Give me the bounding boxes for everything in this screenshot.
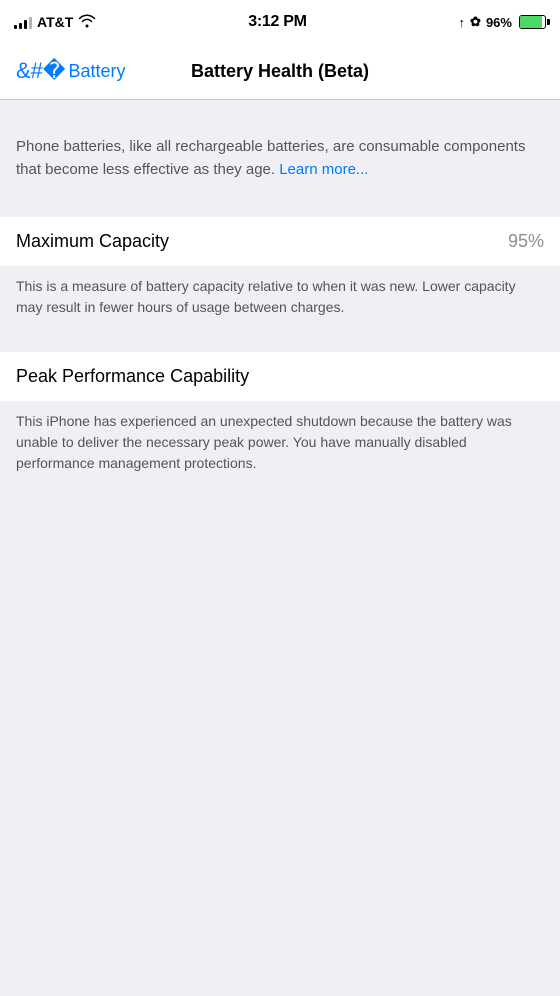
wifi-icon [78, 14, 96, 31]
peak-label: Peak Performance Capability [16, 366, 249, 386]
capacity-desc-text: This is a measure of battery capacity re… [16, 276, 544, 318]
battery-icon [519, 15, 546, 29]
status-left: AT&T [14, 14, 96, 31]
capacity-description: This is a measure of battery capacity re… [0, 266, 560, 336]
signal-bars [14, 15, 32, 29]
description-section: Phone batteries, like all rechargeable b… [0, 116, 560, 201]
capacity-value: 95% [508, 231, 544, 252]
carrier-label: AT&T [37, 14, 73, 30]
capacity-label: Maximum Capacity [16, 231, 169, 252]
location-icon: ↑ [459, 15, 466, 30]
peak-description: This iPhone has experienced an unexpecte… [0, 401, 560, 494]
peak-header: Peak Performance Capability [0, 352, 560, 401]
peak-desc-text: This iPhone has experienced an unexpecte… [16, 411, 544, 474]
battery-fill [520, 16, 543, 28]
back-chevron-icon: &#� [16, 60, 65, 82]
nav-title: Battery Health (Beta) [191, 61, 369, 82]
top-spacer [0, 100, 560, 116]
peak-performance-section: Peak Performance Capability [0, 352, 560, 401]
content: Phone batteries, like all rechargeable b… [0, 100, 560, 494]
battery-percent: 96% [486, 15, 512, 30]
learn-more-link[interactable]: Learn more... [279, 161, 368, 178]
back-button[interactable]: &#� Battery [16, 61, 126, 82]
mid-spacer-2 [0, 336, 560, 352]
back-label: Battery [68, 61, 125, 82]
mid-spacer-1 [0, 201, 560, 217]
description-text: Phone batteries, like all rechargeable b… [16, 136, 544, 181]
status-right: ↑ ✿ 96% [459, 14, 546, 30]
max-capacity-section: Maximum Capacity 95% [0, 217, 560, 266]
nav-bar: &#� Battery Battery Health (Beta) [0, 44, 560, 100]
status-time: 3:12 PM [248, 13, 306, 31]
bluetooth-icon: ✿ [470, 14, 481, 30]
capacity-row: Maximum Capacity 95% [0, 217, 560, 266]
status-bar: AT&T 3:12 PM ↑ ✿ 96% [0, 0, 560, 44]
